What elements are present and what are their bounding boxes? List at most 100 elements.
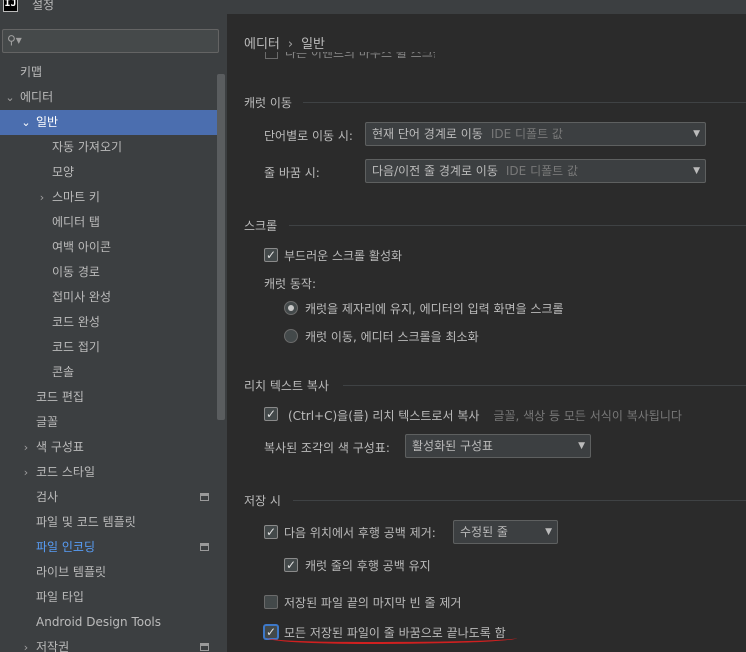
breadcrumb-parent[interactable]: 에디터 (244, 37, 280, 52)
keep-caret-radio-label: 캐럿을 제자리에 유지, 에디터의 입력 화면을 스크롤 (305, 302, 564, 316)
section-divider (343, 385, 746, 386)
rich-copy-label-text: (Ctrl+C)을(를) 리치 텍스트로서 복사 (288, 409, 480, 423)
tree-item[interactable]: › 코드 스타일 (0, 460, 217, 485)
strip-trailing-checkbox[interactable]: ✓ (264, 525, 278, 539)
chevron-right-icon[interactable]: › (20, 460, 32, 485)
chevron-down-icon[interactable]: ⌄ (20, 110, 32, 135)
tree-item[interactable]: 검사 (0, 485, 217, 510)
tree-item-label: 여백 아이콘 (52, 240, 112, 254)
tree-item[interactable]: ⌄ 에디터 (0, 85, 217, 110)
tree-item[interactable]: 에디터 탭 (0, 210, 217, 235)
tree-item[interactable]: 글꼴 (0, 410, 217, 435)
tree-item-label: 코드 스타일 (36, 465, 96, 479)
tree-item-label: 에디터 (20, 90, 54, 104)
tree-item[interactable]: 코드 접기 (0, 335, 217, 360)
tree-item[interactable]: 코드 완성 (0, 310, 217, 335)
remove-blank-lines-checkbox[interactable] (264, 595, 278, 609)
project-scope-icon (200, 543, 209, 551)
section-divider (293, 500, 746, 501)
tree-item[interactable]: Android Design Tools (0, 610, 217, 635)
sidebar-scrollbar[interactable] (217, 74, 225, 420)
chevron-right-icon[interactable]: › (20, 635, 32, 652)
red-underline-annotation (267, 638, 517, 644)
breadcrumb-current: 일반 (301, 37, 326, 52)
tree-item[interactable]: 여백 아이콘 (0, 235, 217, 260)
ensure-newline-checkbox[interactable]: ✓ (264, 625, 278, 639)
tree-item-label: Android Design Tools (36, 615, 162, 629)
breadcrumb-separator: › (287, 37, 294, 52)
copy-scheme-combo[interactable]: 활성화된 구성표 ▼ (405, 434, 591, 458)
remove-blank-lines-label: 저장된 파일 끝의 마지막 빈 줄 제거 (284, 596, 462, 610)
tree-item-label: 일반 (36, 115, 59, 129)
chevron-right-icon[interactable]: › (36, 185, 48, 210)
scrolled-checkbox-row: 다른 이벤트의 마우스 휠 스크롤 (265, 52, 435, 60)
scrolled-checkbox-label: 다른 이벤트의 마우스 휠 스크롤 (285, 52, 435, 60)
window-title: 설정 (32, 0, 55, 12)
section-rich-copy-title: 리치 텍스트 복사 (244, 379, 329, 393)
tree-item[interactable]: › 색 구성표 (0, 435, 217, 460)
strip-trailing-combo[interactable]: 수정된 줄 ▼ (453, 520, 558, 544)
tree-item-label: 파일 타입 (36, 590, 84, 604)
tree-item-label: 코드 접기 (52, 340, 100, 354)
tree-item-label: 코드 편집 (36, 390, 84, 404)
title-bar: IJ 설정 (0, 0, 746, 14)
tree-item-label: 파일 및 코드 템플릿 (36, 515, 136, 529)
search-box[interactable]: ⚲▾ (2, 29, 219, 53)
keep-caret-whitespace-label: 캐럿 줄의 후행 공백 유지 (305, 559, 431, 573)
chevron-right-icon[interactable]: › (20, 435, 32, 460)
tree-item[interactable]: › 스마트 키 (0, 185, 217, 210)
move-caret-radio-label: 캐럿 이동, 에디터 스크롤을 최소화 (305, 330, 479, 344)
project-scope-icon (200, 493, 209, 501)
tree-item[interactable]: 모양 (0, 160, 217, 185)
rich-copy-checkbox[interactable]: ✓ (264, 407, 278, 421)
tree-item[interactable]: ⌄ 일반 (0, 110, 217, 135)
section-caret-move-title: 캐럿 이동 (244, 96, 292, 110)
tree-item-label: 검사 (36, 490, 59, 504)
strip-trailing-value: 수정된 줄 (460, 525, 508, 539)
keep-caret-radio[interactable] (284, 301, 298, 315)
line-wrap-value: 다음/이전 줄 경계로 이동 (372, 164, 498, 178)
smooth-scroll-checkbox[interactable]: ✓ (264, 248, 278, 262)
tree-item-label: 색 구성표 (36, 440, 84, 454)
keep-caret-whitespace-checkbox[interactable]: ✓ (284, 558, 298, 572)
tree-item[interactable]: 파일 및 코드 템플릿 (0, 510, 217, 535)
tree-item[interactable]: 라이브 템플릿 (0, 560, 217, 585)
line-wrap-hint: IDE 디폴트 값 (505, 164, 579, 178)
tree-item-label: 키맵 (20, 65, 43, 79)
section-divider (289, 225, 746, 226)
search-icon: ⚲▾ (7, 33, 22, 47)
project-scope-icon (200, 643, 209, 651)
word-move-combo[interactable]: 현재 단어 경계로 이동 IDE 디폴트 값 ▼ (365, 122, 706, 146)
tree-item[interactable]: 키맵 (0, 60, 217, 85)
tree-item-label: 모양 (52, 165, 75, 179)
line-wrap-combo[interactable]: 다음/이전 줄 경계로 이동 IDE 디폴트 값 ▼ (365, 159, 706, 183)
section-on-save-title: 저장 시 (244, 494, 281, 508)
section-divider (303, 102, 746, 103)
tree-item[interactable]: › 저작권 (0, 635, 217, 652)
move-caret-radio[interactable] (284, 329, 298, 343)
tree-item-label: 에디터 탭 (52, 215, 100, 229)
word-move-hint: IDE 디폴트 값 (490, 127, 563, 141)
tree-item[interactable]: 파일 타입 (0, 585, 217, 610)
chevron-down-icon: ▼ (578, 441, 585, 451)
rich-copy-label: (Ctrl+C)을(를) 리치 텍스트로서 복사 글꼴, 색상 등 모든 서식이 … (288, 407, 682, 424)
chevron-down-icon: ▼ (693, 166, 700, 176)
search-input[interactable] (25, 32, 215, 50)
chevron-down-icon[interactable]: ⌄ (4, 85, 16, 110)
tree-item[interactable]: 자동 가져오기 (0, 135, 217, 160)
settings-content: 에디터 › 일반 다른 이벤트의 마우스 휠 스크롤 캐럿 이동 단어별로 이동 시… (227, 14, 746, 652)
tree-item-label: 라이브 템플릿 (36, 565, 107, 579)
word-move-value: 현재 단어 경계로 이동 (372, 127, 483, 141)
copy-scheme-value: 활성화된 구성표 (412, 439, 494, 453)
tree-item[interactable]: 파일 인코딩 (0, 535, 217, 560)
tree-item[interactable]: 코드 편집 (0, 385, 217, 410)
tree-item[interactable]: 이동 경로 (0, 260, 217, 285)
tree-item[interactable]: 콘솔 (0, 360, 217, 385)
tree-item-label: 콘솔 (52, 365, 75, 379)
caret-behavior-label: 캐럿 동작: (264, 277, 317, 291)
tree-item-label: 코드 완성 (52, 315, 100, 329)
line-wrap-label: 줄 바꿈 시: (264, 166, 320, 180)
scrolled-checkbox[interactable] (265, 52, 278, 59)
tree-item[interactable]: 접미사 완성 (0, 285, 217, 310)
copy-scheme-label: 복사된 조각의 색 구성표: (264, 441, 390, 455)
